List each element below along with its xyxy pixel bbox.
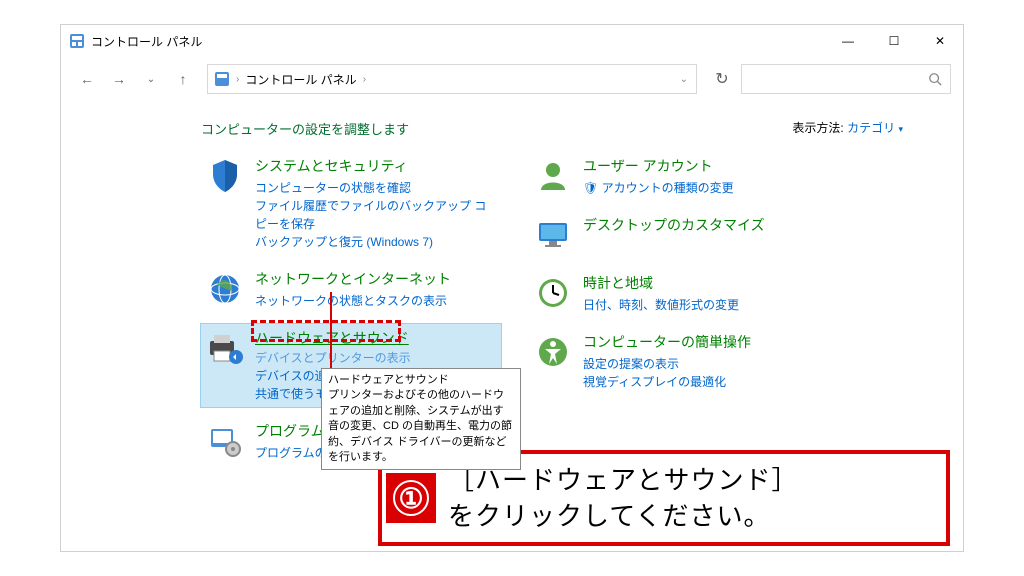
- shield-icon: [205, 156, 245, 196]
- tooltip: ハードウェアとサウンド プリンターおよびその他のハードウェアの追加と削除、システ…: [321, 368, 521, 470]
- category-link[interactable]: コンピューターの状態を確認: [255, 179, 497, 197]
- category-columns: システムとセキュリティ コンピューターの状態を確認 ファイル履歴でファイルのバッ…: [201, 152, 923, 476]
- address-bar[interactable]: › コントロール パネル › ⌄: [207, 64, 697, 94]
- window-title: コントロール パネル: [91, 33, 202, 50]
- category-link[interactable]: 視覚ディスプレイの最適化: [583, 373, 751, 391]
- titlebar: コントロール パネル — ☐ ✕: [61, 25, 963, 57]
- window-buttons: — ☐ ✕: [825, 25, 963, 57]
- uac-shield-icon: 🛡: [583, 181, 598, 195]
- maximize-button[interactable]: ☐: [871, 25, 917, 57]
- category-link[interactable]: 日付、時刻、数値形式の変更: [583, 296, 739, 314]
- category-link[interactable]: 🛡 アカウントの種類の変更: [583, 179, 734, 197]
- left-column: システムとセキュリティ コンピューターの状態を確認 ファイル履歴でファイルのバッ…: [201, 152, 501, 476]
- minimize-button[interactable]: —: [825, 25, 871, 57]
- category-title[interactable]: ネットワークとインターネット: [255, 269, 451, 290]
- category-title[interactable]: ユーザー アカウント: [583, 156, 734, 177]
- monitor-icon: [533, 215, 573, 255]
- category-ease-of-access[interactable]: コンピューターの簡単操作 設定の提案の表示 視覚ディスプレイの最適化: [529, 328, 829, 395]
- view-by-dropdown-icon[interactable]: ▾: [898, 124, 903, 134]
- category-link[interactable]: 設定の提案の表示: [583, 355, 751, 373]
- view-by: 表示方法: カテゴリ ▾: [792, 119, 903, 136]
- programs-icon: [205, 421, 245, 461]
- category-desktop[interactable]: デスクトップのカスタマイズ: [529, 211, 829, 259]
- back-button[interactable]: ←: [73, 65, 101, 93]
- breadcrumb-sep[interactable]: ›: [363, 74, 366, 85]
- ease-icon: [533, 332, 573, 372]
- callout-text: ［ハードウェアとサウンド］ をクリックしてください。: [448, 462, 798, 535]
- category-title[interactable]: 時計と地域: [583, 273, 739, 294]
- nav-toolbar: ← → ⌄ ↑ › コントロール パネル › ⌄ ↻: [61, 57, 963, 101]
- search-box[interactable]: [741, 64, 951, 94]
- tooltip-body: プリンターおよびその他のハードウェアの追加と削除、システムが出す音の変更、CD …: [328, 388, 514, 465]
- category-title[interactable]: コンピューターの簡単操作: [583, 332, 751, 353]
- search-icon: [928, 72, 942, 86]
- category-clock-region[interactable]: 時計と地域 日付、時刻、数値形式の変更: [529, 269, 829, 318]
- address-dropdown[interactable]: ⌄: [680, 74, 688, 85]
- category-link[interactable]: ネットワークの状態とタスクの表示: [255, 292, 451, 310]
- breadcrumb-sep: ›: [236, 74, 239, 85]
- category-hardware-sound[interactable]: ハードウェアとサウンド デバイスとプリンターの表示 デバイスの追加 共通で使うモ…: [201, 324, 501, 407]
- content-area: コンピューターの設定を調整します 表示方法: カテゴリ ▾ システムとセキュリテ…: [61, 101, 963, 476]
- category-link[interactable]: ファイル履歴でファイルのバックアップ コピーを保存: [255, 197, 497, 233]
- control-panel-icon: [69, 33, 85, 49]
- user-icon: [533, 156, 573, 196]
- callout-number: ①: [393, 480, 429, 516]
- view-by-value[interactable]: カテゴリ: [847, 121, 895, 135]
- category-title[interactable]: デスクトップのカスタマイズ: [583, 215, 765, 236]
- globe-icon: [205, 269, 245, 309]
- category-link[interactable]: バックアップと復元 (Windows 7): [255, 233, 497, 251]
- category-network[interactable]: ネットワークとインターネット ネットワークの状態とタスクの表示: [201, 265, 501, 314]
- category-system-security[interactable]: システムとセキュリティ コンピューターの状態を確認 ファイル履歴でファイルのバッ…: [201, 152, 501, 255]
- callout-number-badge: ①: [386, 473, 436, 523]
- forward-button[interactable]: →: [105, 65, 133, 93]
- clock-icon: [533, 273, 573, 313]
- view-by-label: 表示方法:: [792, 121, 843, 135]
- tooltip-title: ハードウェアとサウンド: [328, 373, 514, 388]
- address-icon: [214, 71, 230, 87]
- category-title[interactable]: システムとセキュリティ: [255, 156, 497, 177]
- close-button[interactable]: ✕: [917, 25, 963, 57]
- category-link[interactable]: デバイスとプリンターの表示: [255, 349, 411, 367]
- refresh-button[interactable]: ↻: [707, 64, 737, 94]
- up-button[interactable]: ↑: [169, 65, 197, 93]
- recent-dropdown[interactable]: ⌄: [137, 65, 165, 93]
- right-column: ユーザー アカウント 🛡 アカウントの種類の変更 デスクトップのカスタマイズ: [529, 152, 829, 476]
- category-user-accounts[interactable]: ユーザー アカウント 🛡 アカウントの種類の変更: [529, 152, 829, 201]
- category-title[interactable]: ハードウェアとサウンド: [255, 328, 411, 349]
- breadcrumb-root[interactable]: コントロール パネル: [245, 71, 356, 88]
- printer-icon: [205, 328, 245, 368]
